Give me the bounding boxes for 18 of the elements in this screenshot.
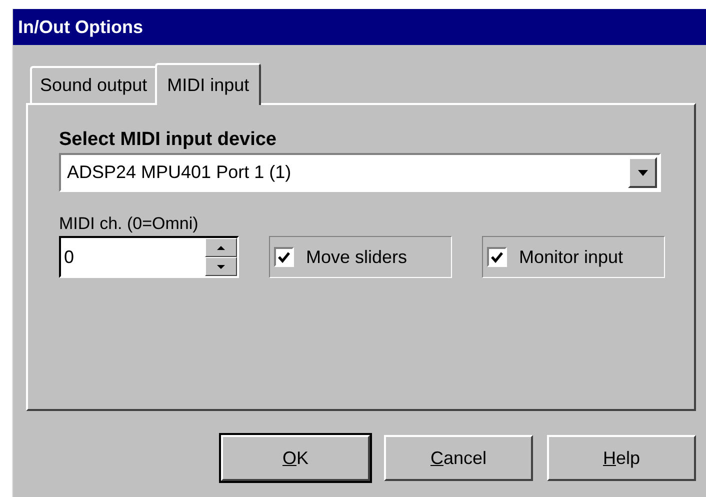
checkbox-label: Monitor input (519, 246, 624, 268)
dialog-button[interactable]: OK (221, 435, 370, 481)
channel-spin-field[interactable]: 0 (59, 236, 239, 278)
channel-label: MIDI ch. (0=Omni) (59, 214, 198, 234)
checkbox-label: Move sliders (306, 246, 408, 268)
tab[interactable]: Sound output (30, 66, 158, 103)
checkbox[interactable] (487, 247, 507, 267)
dialog-button[interactable]: Help (547, 435, 696, 481)
device-label: Select MIDI input device (59, 129, 276, 151)
dialog-button[interactable]: Cancel (384, 435, 533, 481)
tab[interactable]: MIDI input (155, 63, 262, 105)
device-dropdown[interactable]: ADSP24 MPU401 Port 1 (1) (59, 153, 661, 192)
checkmark-icon (277, 250, 291, 264)
checkmark-icon (490, 250, 504, 264)
checkbox[interactable] (274, 247, 294, 267)
window-title: In/Out Options (18, 16, 143, 38)
spin-down-icon[interactable] (205, 257, 237, 276)
spin-up-icon[interactable] (205, 238, 237, 257)
